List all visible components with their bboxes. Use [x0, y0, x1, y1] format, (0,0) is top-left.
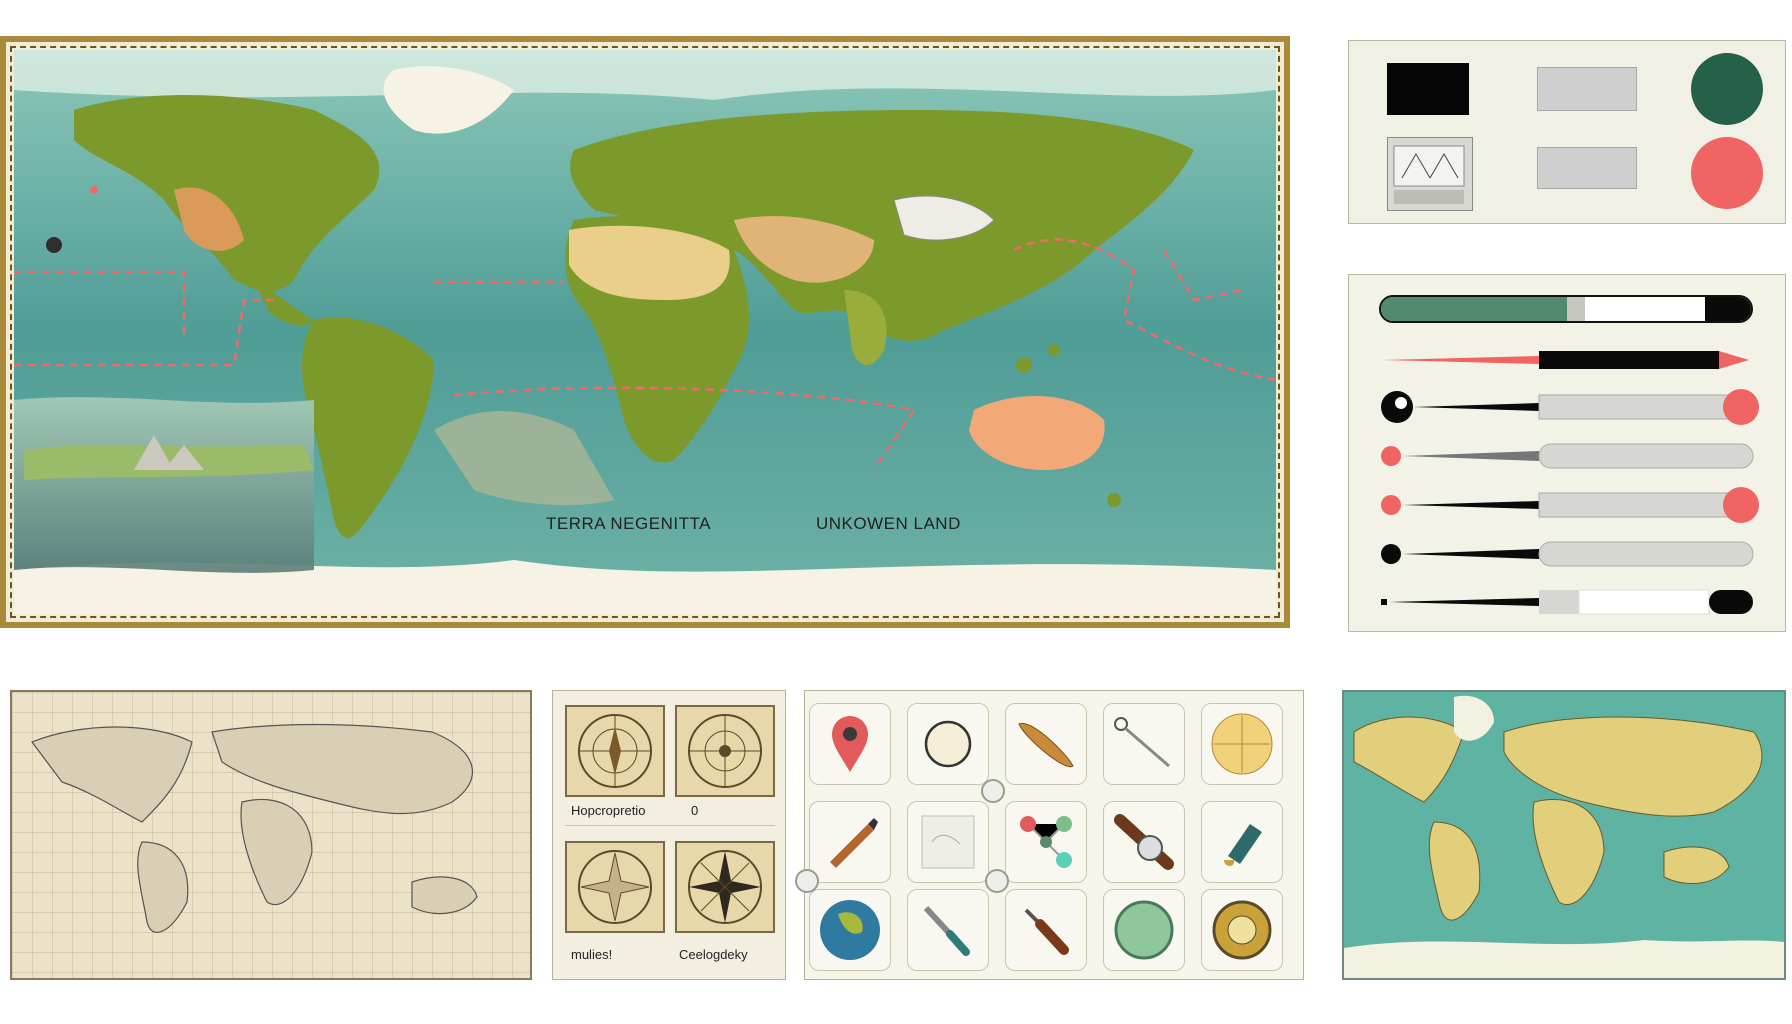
gauge-icon: [1393, 145, 1465, 204]
slider-track[interactable]: [1379, 295, 1753, 323]
compass-rose-icon: [688, 714, 762, 788]
tool-wooden-plank[interactable]: [1005, 703, 1087, 785]
carving-tool-icon: [1024, 908, 1069, 955]
compass-label-1: Hopcropretio: [571, 803, 646, 818]
slider-row-7[interactable]: [1379, 587, 1763, 617]
marker-dot: [90, 186, 98, 194]
knife-icon: [923, 905, 970, 956]
connector-handle[interactable]: [985, 869, 1009, 893]
fog-landscape: [14, 397, 314, 573]
slider-row-6[interactable]: [1379, 539, 1763, 569]
stroke-coral-taper: [1381, 351, 1749, 369]
star-compass-icon: [688, 850, 762, 924]
compass-label-2: 0: [691, 803, 699, 818]
pencil-icon: [830, 818, 878, 868]
mini-world-map[interactable]: [1342, 690, 1786, 980]
green-lens-icon: [1114, 900, 1174, 960]
vintage-map-thumbnail[interactable]: [10, 690, 532, 980]
label-unknown-land: UNKOWEN LAND: [816, 514, 961, 533]
tool-knife[interactable]: [907, 889, 989, 971]
compass-label-3: mulies!: [571, 947, 613, 962]
tool-pencil[interactable]: [809, 801, 891, 883]
tool-carving-tool[interactable]: [1005, 889, 1087, 971]
slider-row-3[interactable]: [1379, 389, 1763, 425]
stroke-slider-panel: [1348, 274, 1786, 632]
divider: [565, 825, 775, 826]
island: [46, 237, 62, 253]
swatch-black[interactable]: [1387, 63, 1469, 115]
compass-card-4[interactable]: [675, 841, 775, 933]
stroke-black-dot: [1381, 541, 1754, 567]
magnifier-pin-icon: [1114, 717, 1170, 768]
connector-handle[interactable]: [981, 779, 1005, 803]
compass-label-4: Ceelogdeky: [679, 947, 748, 962]
style-swatch-panel: [1348, 40, 1786, 224]
tool-molecule-nodes[interactable]: [1005, 801, 1087, 883]
tool-wristwatch[interactable]: [1103, 801, 1185, 883]
tool-green-lens[interactable]: [1103, 889, 1185, 971]
ink-bottle-icon: [1224, 824, 1262, 866]
stroke-dot-coral: [1381, 487, 1759, 523]
compass-style-panel: Hopcropretio 0 mulies! Ceelogdeky: [552, 690, 786, 980]
clock-icon: [924, 720, 972, 768]
tool-astrolabe[interactable]: [1201, 889, 1283, 971]
map-pin-icon: [832, 716, 868, 772]
slider-end-cap: [1705, 297, 1751, 321]
astrolabe-icon: [1212, 900, 1272, 960]
swatch-gray-1[interactable]: [1537, 67, 1637, 111]
slider-fill-gray: [1567, 297, 1585, 321]
map-tool-palette: [795, 690, 1304, 980]
stroke-end-black: [1381, 589, 1753, 615]
swatch-green-circle[interactable]: [1691, 53, 1763, 125]
island: [1048, 344, 1060, 356]
connector-handle[interactable]: [795, 869, 819, 893]
gauge-thumbnail[interactable]: [1387, 137, 1473, 211]
compass-rose-icon: [578, 714, 652, 788]
compass-card-1[interactable]: [565, 705, 665, 797]
mini-antarctica: [1344, 940, 1784, 978]
tool-globe[interactable]: [809, 889, 891, 971]
tool-clock[interactable]: [907, 703, 989, 785]
stroke-ball-coral: [1381, 389, 1759, 425]
slider-row-5[interactable]: [1379, 487, 1763, 523]
stroke-gray-taper: [1381, 443, 1754, 469]
world-map-canvas[interactable]: TERRA NEGENITTA UNKOWEN LAND: [0, 36, 1290, 628]
swatch-gray-2[interactable]: [1537, 147, 1637, 189]
star-compass-icon: [578, 850, 652, 924]
tool-map-pin[interactable]: [809, 703, 891, 785]
label-terra-negenitta: TERRA NEGENITTA: [546, 514, 711, 533]
slider-row-2[interactable]: [1379, 345, 1763, 375]
globe-icon: [820, 900, 880, 960]
slider-row-4[interactable]: [1379, 441, 1763, 471]
tool-magnifier-pin[interactable]: [1103, 703, 1185, 785]
map-sketch-icon: [921, 815, 975, 869]
tool-map-sketch[interactable]: [907, 801, 989, 883]
wristwatch-icon: [1114, 814, 1174, 870]
slider-row-1[interactable]: [1379, 295, 1763, 325]
wooden-plank-icon: [1018, 722, 1074, 768]
molecule-nodes-icon: [1020, 816, 1072, 868]
compass-card-3[interactable]: [565, 841, 665, 933]
tool-compass-rose[interactable]: [1201, 703, 1283, 785]
vintage-map-drawing: [12, 692, 530, 978]
island: [1107, 493, 1121, 507]
swatch-coral-circle[interactable]: [1691, 137, 1763, 209]
compass-rose-icon: [1211, 713, 1273, 775]
slider-fill-green: [1381, 297, 1567, 321]
island: [1016, 357, 1032, 373]
mini-map-drawing: [1344, 692, 1784, 978]
tool-ink-bottle[interactable]: [1201, 801, 1283, 883]
arctic-ice: [14, 50, 1276, 100]
compass-card-2[interactable]: [675, 705, 775, 797]
